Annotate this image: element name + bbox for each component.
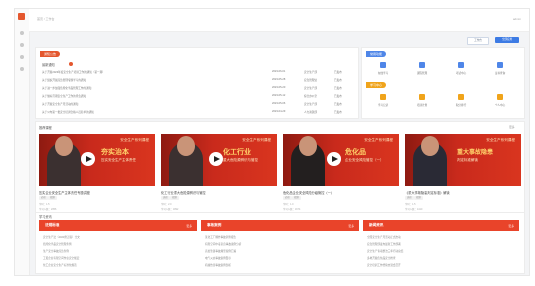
shortcut-learn[interactable]: 在线学习: [368, 62, 398, 75]
course-tag: 视频: [292, 196, 301, 200]
course-hours: 学时：1.0: [283, 203, 294, 206]
notice-row[interactable]: 关于开展2023年度安全生产培训工作的通知（第一期） 2023-06-01 安全生产…: [42, 70, 352, 76]
folder-icon: [419, 62, 425, 68]
certificate-icon: [497, 62, 503, 68]
user-icon: [497, 94, 503, 100]
nav-dot-icon[interactable]: [20, 55, 24, 59]
course-card-3[interactable]: 安全生产系列课程 危化品 企业安全风险管控（一）: [283, 134, 399, 186]
book-icon: [380, 62, 386, 68]
shortcut-card: 常用功能 在线学习 课程管理 考试中心 证书查询 学习中心 学习记录 培训计划 …: [361, 47, 525, 119]
notice-row[interactable]: 关于做好汛期安全生产工作的紧急通知 2023-05-12 综合办公室 已发布: [42, 94, 352, 100]
course-tag: 选修: [161, 196, 170, 200]
list-item[interactable]: 机械伤害事故案例剖析: [205, 263, 231, 267]
play-icon[interactable]: [327, 152, 341, 166]
shortcut-ranking[interactable]: 积分排行: [446, 94, 476, 107]
calendar-icon: [419, 94, 425, 100]
courses-more-link[interactable]: 更多: [509, 125, 515, 129]
list-more-link[interactable]: 更多: [508, 224, 514, 228]
shortcut-exams[interactable]: 考试中心: [446, 62, 476, 75]
nav-dot-icon[interactable]: [20, 31, 24, 35]
list-item[interactable]: 安全培训工作经验交流会召开: [367, 263, 401, 267]
shortcut-profile[interactable]: 个人中心: [485, 94, 515, 107]
course-title[interactable]: 《重大事故隐患判定标准》解读: [405, 190, 450, 195]
list-item[interactable]: 工贸企业有限空间作业安全规定: [43, 256, 79, 260]
course-title[interactable]: 压实企业安全生产主体责任专题讲座: [39, 190, 90, 195]
notice-row[interactable]: 关于进一步加强危险化学品管理工作的通知 2023-05-20 安全生产部 已发布: [42, 86, 352, 92]
new-badge-icon: [69, 61, 73, 66]
course-learners: 学习人数：2356: [39, 208, 57, 211]
play-icon[interactable]: [209, 152, 223, 166]
course-tag: 视频: [414, 196, 423, 200]
list-item[interactable]: 安全生产专项整治三年行动总结: [367, 249, 403, 253]
shortcut-certs[interactable]: 证书查询: [485, 62, 515, 75]
side-rail: [15, 9, 30, 275]
course-learners: 学习人数：1410: [405, 208, 423, 211]
shortcut-tag: 常用功能: [366, 51, 387, 57]
course-tag: 视频: [170, 196, 179, 200]
course-tag: 必修: [39, 196, 48, 200]
list-item[interactable]: 多地开展危化品安全检查: [367, 256, 396, 260]
shortcut-courses[interactable]: 课程管理: [407, 62, 437, 75]
list-item[interactable]: 某化工厂爆炸事故调查报告: [205, 235, 236, 239]
courses-section-title: 推荐课程: [39, 126, 52, 130]
nav-dot-icon[interactable]: [20, 67, 24, 71]
nav-dot-icon[interactable]: [20, 43, 24, 47]
list-item[interactable]: 高处坠落事故典型案例汇编: [205, 249, 236, 253]
list-item[interactable]: 化工企业安全生产标准化规范: [43, 263, 77, 267]
user-menu[interactable]: admin: [513, 17, 521, 21]
record-icon: [380, 94, 386, 100]
shortcut-records[interactable]: 学习记录: [368, 94, 398, 107]
list-item[interactable]: 危险化学品安全管理条例: [43, 242, 72, 246]
course-title[interactable]: 危化品企业安全风险分级管控（一）: [283, 190, 334, 195]
list-header: 新闻资讯 更多: [363, 220, 519, 231]
course-card-2[interactable]: 安全生产系列课程 化工行业 重大危险源辨识与管控: [161, 134, 277, 186]
workbench-button[interactable]: 工作台: [467, 37, 489, 45]
lists-section-title: 学习资讯: [39, 215, 52, 219]
app-window: 首页 / 工作台 admin 工作台 全部应用 通知公告 最新通知 关于开展20…: [14, 8, 530, 276]
course-learners: 学习人数：1674: [283, 208, 301, 211]
course-tag: 选修: [405, 196, 414, 200]
trophy-icon: [458, 94, 464, 100]
all-apps-button[interactable]: 全部应用: [495, 37, 519, 43]
shortcut-plans[interactable]: 培训计划: [407, 94, 437, 107]
course-hours: 学时：2.0: [161, 203, 172, 206]
top-bar: 首页 / 工作台 admin: [29, 9, 529, 32]
course-hours: 学时：1.5: [39, 203, 50, 206]
notice-row[interactable]: 关于公布第一批安全培训合格人员名单的通知 2023-04-29 人力资源部 已发布: [42, 110, 352, 116]
course-tag: 视频: [48, 196, 57, 200]
breadcrumb[interactable]: 首页 / 工作台: [37, 17, 55, 21]
course-card-1[interactable]: 安全生产系列课程 夯实治本 压实安全生产主体责任: [39, 134, 155, 186]
list-more-link[interactable]: 更多: [348, 224, 354, 228]
list-item[interactable]: 全国安全生产月活动正式启动: [367, 235, 401, 239]
list-header: 法规标准 更多: [39, 220, 197, 231]
course-learners: 学习人数：1892: [161, 208, 179, 211]
list-more-link[interactable]: 更多: [186, 224, 192, 228]
course-title[interactable]: 化工行业重大危险源辨识与管控: [161, 190, 206, 195]
list-item[interactable]: 电气火灾事故案例警示: [205, 256, 231, 260]
notice-row[interactable]: 关于组织开展应急管理专题学习的通知 2023-05-28 应急管理处 已发布: [42, 78, 352, 84]
notice-subtitle: 最新通知: [42, 63, 55, 67]
list-item[interactable]: 生产安全事故应急条例: [43, 249, 69, 253]
list-item[interactable]: 安全生产法（2021修正版）全文: [43, 235, 80, 239]
play-icon[interactable]: [81, 152, 95, 166]
course-tag: 必修: [283, 196, 292, 200]
course-hours: 学时：1.5: [405, 203, 416, 206]
list-header: 事故案例 更多: [201, 220, 359, 231]
list-item[interactable]: 应急管理部发布最新工作部署: [367, 242, 401, 246]
notice-tag: 通知公告: [40, 51, 61, 57]
list-item[interactable]: 有限空间中毒窒息事故案例分析: [205, 242, 241, 246]
learning-tag: 学习中心: [366, 82, 387, 88]
course-card-4[interactable]: 安全生产系列课程 重大事故隐患 判定标准解读: [405, 134, 521, 186]
notice-card: 通知公告 最新通知 关于开展2023年度安全生产培训工作的通知（第一期） 2023…: [35, 47, 359, 119]
logo-icon: [18, 13, 25, 20]
notice-row[interactable]: 关于开展安全生产月活动的通知 2023-05-06 安全生产部 已发布: [42, 102, 352, 108]
exam-icon: [458, 62, 464, 68]
